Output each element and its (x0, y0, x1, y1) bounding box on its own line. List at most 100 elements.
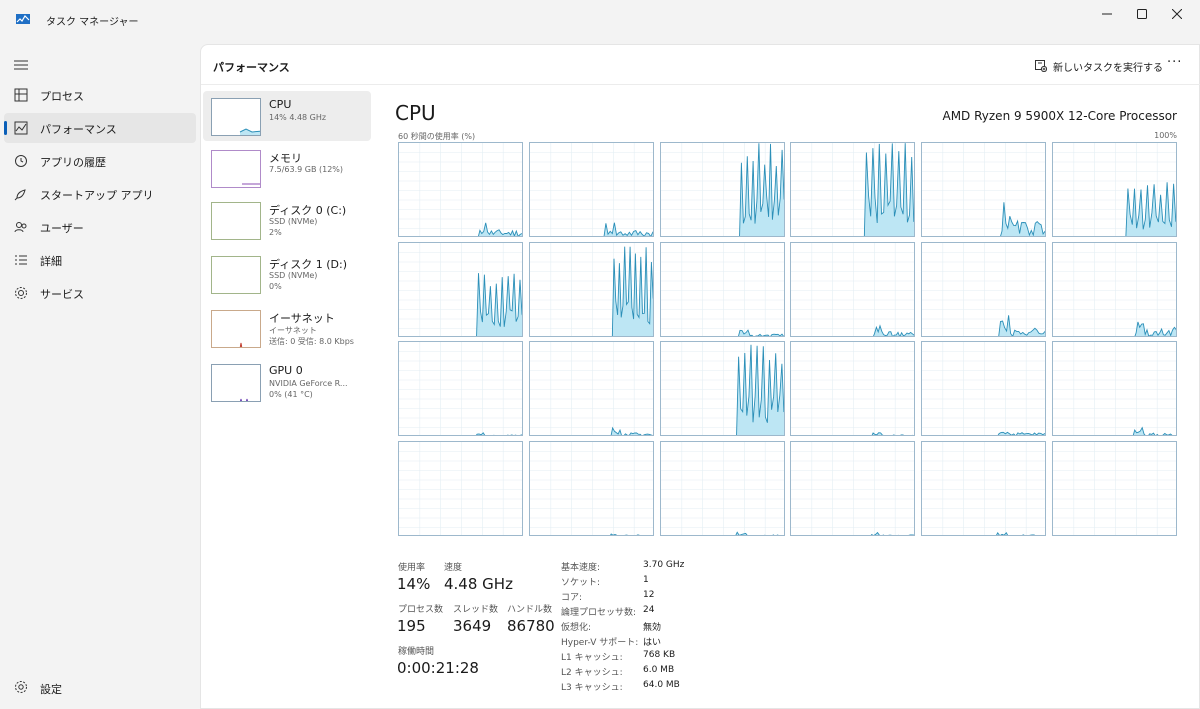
processes-value: 195 (397, 617, 426, 635)
menu-toggle-button[interactable] (14, 56, 28, 75)
spec-value: はい (643, 638, 662, 648)
gear-icon (15, 681, 27, 693)
usage-value: 14% (397, 575, 431, 593)
logical-processor-graph (790, 341, 916, 436)
nav-item-app-history[interactable]: アプリの履歴 (4, 146, 196, 176)
spec-value: 768 KB (643, 650, 676, 660)
spec-label: コア: (561, 593, 583, 603)
users-icon (14, 222, 27, 233)
disk-1-thumbnail-graph (211, 256, 261, 294)
spec-value: 12 (643, 590, 655, 600)
logical-processor-graph (921, 241, 1047, 337)
startup-icon (14, 189, 26, 201)
logical-processor-graph (1052, 142, 1177, 237)
handles-value: 86780 (507, 617, 555, 635)
device-detail: 14% 4.48 GHz (269, 113, 327, 122)
cpu-usage-area (1000, 202, 1046, 236)
cpu-usage-line (996, 531, 1036, 535)
logical-processor-graph (1052, 241, 1177, 337)
nav-item-settings[interactable]: 設定 (4, 672, 196, 702)
processes-icon (14, 88, 28, 102)
device-name: GPU 0 (269, 364, 303, 377)
handles-label: ハンドル数 (507, 605, 553, 615)
logical-processor-graph (921, 142, 1047, 237)
new-task-button[interactable]: 新しいタスクを実行する (1035, 55, 1163, 77)
nav-item-processes[interactable]: プロセス (4, 80, 196, 110)
device-name: ディスク 0 (C:) (269, 204, 347, 217)
logical-processor-graph (659, 142, 785, 237)
spec-label: 基本速度: (561, 563, 601, 573)
nav-item-startup-apps[interactable]: スタートアップ アプリ (4, 179, 196, 209)
logical-processor-graph (528, 440, 654, 536)
device-item-memory[interactable]: メモリ 7.5/63.9 GB (12%) (203, 143, 371, 193)
device-name: メモリ (269, 152, 302, 165)
processes-label: プロセス数 (398, 605, 444, 615)
spec-value: 3.70 GHz (643, 560, 685, 570)
nav-item-label: スタートアップ アプリ (40, 189, 154, 202)
spec-label: 論理プロセッサ数: (561, 608, 637, 618)
cpu-usage-line (609, 532, 641, 535)
threads-value: 3649 (453, 617, 492, 635)
device-item-cpu[interactable]: CPU 14% 4.48 GHz (203, 91, 371, 141)
minimize-icon (1102, 13, 1112, 15)
page-header: パフォーマンス 新しいタスクを実行する ··· (201, 45, 1200, 85)
nav-item-label: サービス (40, 288, 84, 301)
device-detail: 送信: 0 受信: 8.0 Kbps (269, 337, 354, 346)
spec-value: 無効 (643, 623, 662, 633)
close-button[interactable] (1154, 0, 1200, 28)
nav-item-label: 詳細 (40, 255, 62, 268)
threads-label: スレッド数 (453, 605, 499, 615)
window-title: タスク マネージャー (46, 17, 139, 28)
device-item-disk-1[interactable]: ディスク 1 (D:) SSD (NVMe) 0% (203, 249, 371, 299)
logical-processor-graphs (398, 142, 1177, 538)
gpu-thumbnail-graph (211, 364, 261, 402)
cpu-usage-area (610, 533, 639, 535)
usage-label: 使用率 (398, 563, 426, 573)
nav-item-label: プロセス (40, 90, 84, 103)
new-task-icon (1035, 60, 1047, 72)
logical-processor-graph (528, 341, 654, 436)
logical-processor-graph (659, 241, 785, 337)
main-content: パフォーマンス 新しいタスクを実行する ··· CPU 14% 4.48 GHz… (200, 44, 1200, 709)
performance-icon (14, 121, 28, 135)
page-title: パフォーマンス (213, 61, 290, 74)
services-icon (15, 287, 27, 299)
nav-item-performance[interactable]: パフォーマンス (4, 113, 196, 143)
logical-processor-graph (790, 440, 916, 536)
device-detail: SSD (NVMe) (269, 271, 318, 280)
device-detail: 0% (41 °C) (269, 390, 313, 399)
device-item-disk-0[interactable]: ディスク 0 (C:) SSD (NVMe) 2% (203, 195, 371, 245)
new-task-label: 新しいタスクを実行する (1053, 62, 1163, 74)
device-detail: NVIDIA GeForce R... (269, 379, 348, 388)
spec-value: 1 (643, 575, 649, 585)
nav-item-details[interactable]: 詳細 (4, 245, 196, 275)
spec-label: L1 キャッシュ: (561, 653, 623, 663)
logical-processor-graph (398, 341, 523, 436)
device-item-ethernet[interactable]: イーサネット イーサネット 送信: 0 受信: 8.0 Kbps (203, 303, 371, 353)
logical-processor-graph (659, 440, 785, 536)
spec-label: L2 キャッシュ: (561, 668, 623, 678)
utilization-max-label: 100% (1154, 131, 1177, 140)
logical-processor-graph (790, 241, 916, 337)
spec-value: 24 (643, 605, 655, 615)
nav-item-users[interactable]: ユーザー (4, 212, 196, 242)
nav-item-label: パフォーマンス (40, 123, 117, 136)
close-icon (1172, 9, 1182, 19)
logical-processor-graph (528, 142, 654, 237)
ethernet-thumbnail-graph (211, 310, 261, 348)
nav-item-services[interactable]: サービス (4, 278, 196, 308)
logical-processor-graph (659, 341, 785, 436)
task-manager-app-icon (16, 14, 30, 24)
device-name: ディスク 1 (D:) (269, 258, 347, 271)
nav-item-label: アプリの履歴 (40, 156, 106, 169)
device-name: イーサネット (269, 312, 335, 325)
logical-processor-graph (398, 241, 523, 337)
logical-processor-graph (921, 440, 1047, 536)
more-options-button[interactable]: ··· (1167, 55, 1182, 70)
uptime-value: 0:00:21:28 (397, 659, 479, 677)
device-item-gpu-0[interactable]: GPU 0 NVIDIA GeForce R... 0% (41 °C) (203, 357, 371, 407)
details-icon (15, 255, 27, 265)
spec-label: ソケット: (561, 578, 601, 588)
spec-label: L3 キャッシュ: (561, 683, 623, 693)
logical-processor-graph (398, 440, 523, 536)
